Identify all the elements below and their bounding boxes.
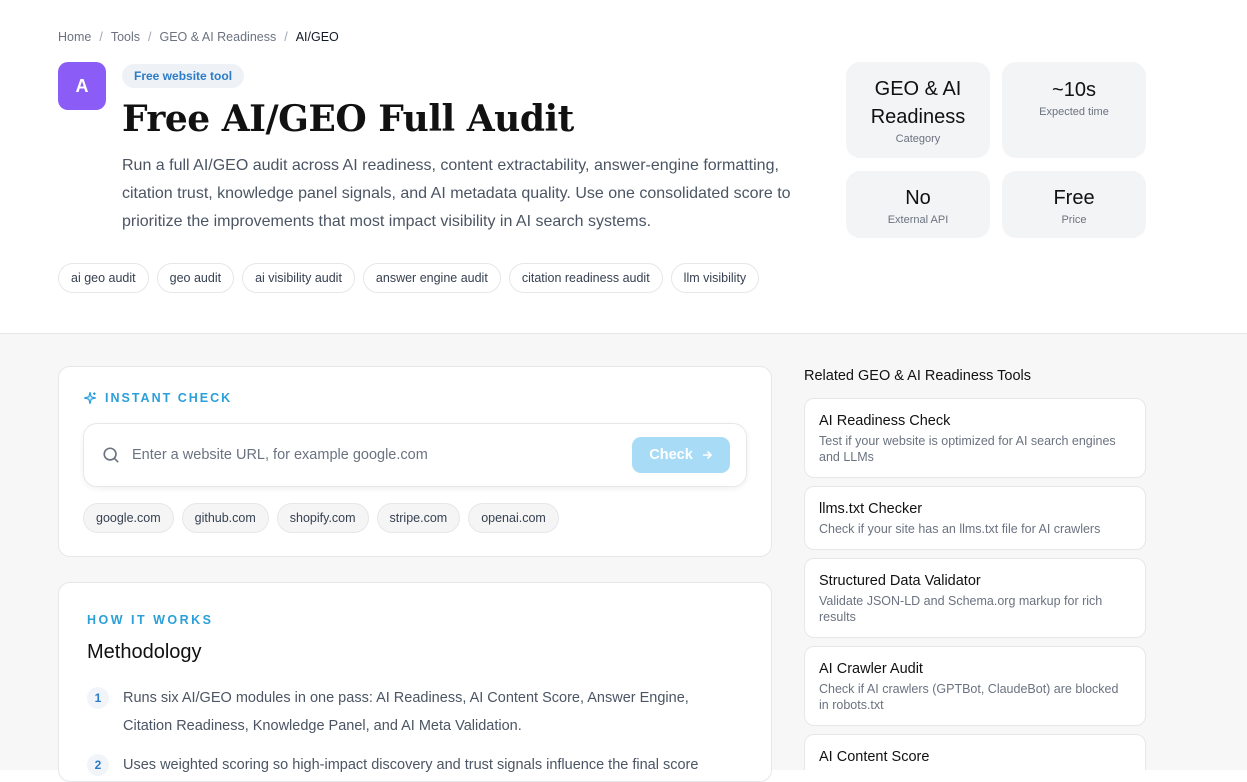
breadcrumb-separator: / [284,30,288,44]
related-tool-description: Validate JSON-LD and Schema.org markup f… [819,594,1103,624]
stat-label: Category [895,133,941,145]
related-tool-name: AI Content Score [819,749,930,765]
related-tools-title: Related GEO & AI Readiness Tools [804,368,1032,384]
methodology-step: 1 Runs six AI/GEO modules in one pass: A… [87,684,727,740]
keyword-tags: ai geo audit geo audit ai visibility aud… [58,263,760,293]
sparkle-icon [84,392,96,404]
example-domain-chip[interactable]: github.com [181,503,269,533]
instant-check-label: INSTANT CHECK [105,391,233,405]
related-tool-description: Test if your website is optimized for AI… [819,434,1116,464]
how-it-works-card: HOW IT WORKS Methodology 1 Runs six AI/G… [58,582,772,782]
keyword-tag[interactable]: llm visibility [670,263,760,293]
related-tool-card[interactable]: AI Readiness Check Test if your website … [804,398,1146,478]
step-number: 1 [87,687,109,709]
stat-label: Expected time [1039,106,1109,118]
methodology-step: 2 Uses weighted scoring so high-impact d… [87,751,727,779]
how-it-works-label: HOW IT WORKS [87,613,214,627]
keyword-tag[interactable]: citation readiness audit [508,263,663,293]
page-title: Free AI/GEO Full Audit [122,98,574,140]
step-number: 2 [87,754,109,776]
breadcrumb-home[interactable]: Home [58,30,91,44]
check-button-label: Check [649,447,693,463]
step-text: Runs six AI/GEO modules in one pass: AI … [123,690,689,734]
methodology-title: Methodology [87,641,202,663]
stat-label: Price [1061,213,1087,226]
stat-category: GEO & AI Readiness Category [846,62,990,158]
keyword-tag[interactable]: answer engine audit [362,263,501,293]
keyword-tag[interactable]: ai visibility audit [242,263,355,293]
keyword-tag[interactable]: ai geo audit [58,263,149,293]
page-description: Run a full AI/GEO audit across AI readin… [122,157,791,230]
related-tool-description: Check if your site has an llms.txt file … [819,522,1101,536]
related-tool-description: Check if AI crawlers (GPTBot, ClaudeBot)… [819,682,1119,712]
url-input[interactable] [132,447,632,463]
breadcrumb: Home / Tools / GEO & AI Readiness / AI/G… [58,30,339,44]
url-search-box: Check [83,423,747,487]
related-tool-card[interactable]: Structured Data Validator Validate JSON-… [804,558,1146,638]
related-tool-name: Structured Data Validator [819,573,981,589]
check-button[interactable]: Check [632,437,730,473]
breadcrumb-current: AI/GEO [295,30,339,44]
hero-section: Home / Tools / GEO & AI Readiness / AI/G… [0,0,1247,334]
stat-expected-time: ~10s Expected time [1002,62,1146,158]
example-domain-chip[interactable]: google.com [83,503,174,533]
stat-value: GEO & AI Readiness [870,78,966,128]
stat-value: ~10s [1052,79,1096,101]
example-domain-chip[interactable]: openai.com [468,503,559,533]
stat-price: Free Price [1002,171,1146,238]
tool-avatar: A [58,62,106,110]
breadcrumb-separator: / [99,30,103,44]
instant-check-heading: INSTANT CHECK [83,391,232,405]
instant-check-card: INSTANT CHECK Check google.com github.co… [58,366,772,557]
example-domain-chip[interactable]: shopify.com [276,503,369,533]
step-text: Uses weighted scoring so high-impact dis… [123,757,699,773]
breadcrumb-separator: / [148,30,152,44]
arrow-right-icon [702,450,712,460]
related-tool-card[interactable]: llms.txt Checker Check if your site has … [804,486,1146,550]
breadcrumb-tools[interactable]: Tools [111,30,140,44]
keyword-tag[interactable]: geo audit [156,263,235,293]
stat-value: Free [1053,186,1095,209]
stat-external-api: No External API [846,171,990,238]
stat-label: External API [887,213,949,226]
stat-value: No [905,186,931,209]
related-tool-card[interactable]: AI Content Score [804,734,1146,770]
related-tool-name: AI Crawler Audit [819,661,923,677]
related-tool-name: llms.txt Checker [819,501,923,517]
search-icon [103,447,119,463]
example-domains: google.com github.com shopify.com stripe… [83,503,559,533]
related-tool-card[interactable]: AI Crawler Audit Check if AI crawlers (G… [804,646,1146,726]
breadcrumb-category[interactable]: GEO & AI Readiness [160,30,277,44]
related-tool-name: AI Readiness Check [819,413,951,429]
free-tool-badge: Free website tool [122,64,245,88]
example-domain-chip[interactable]: stripe.com [376,503,461,533]
